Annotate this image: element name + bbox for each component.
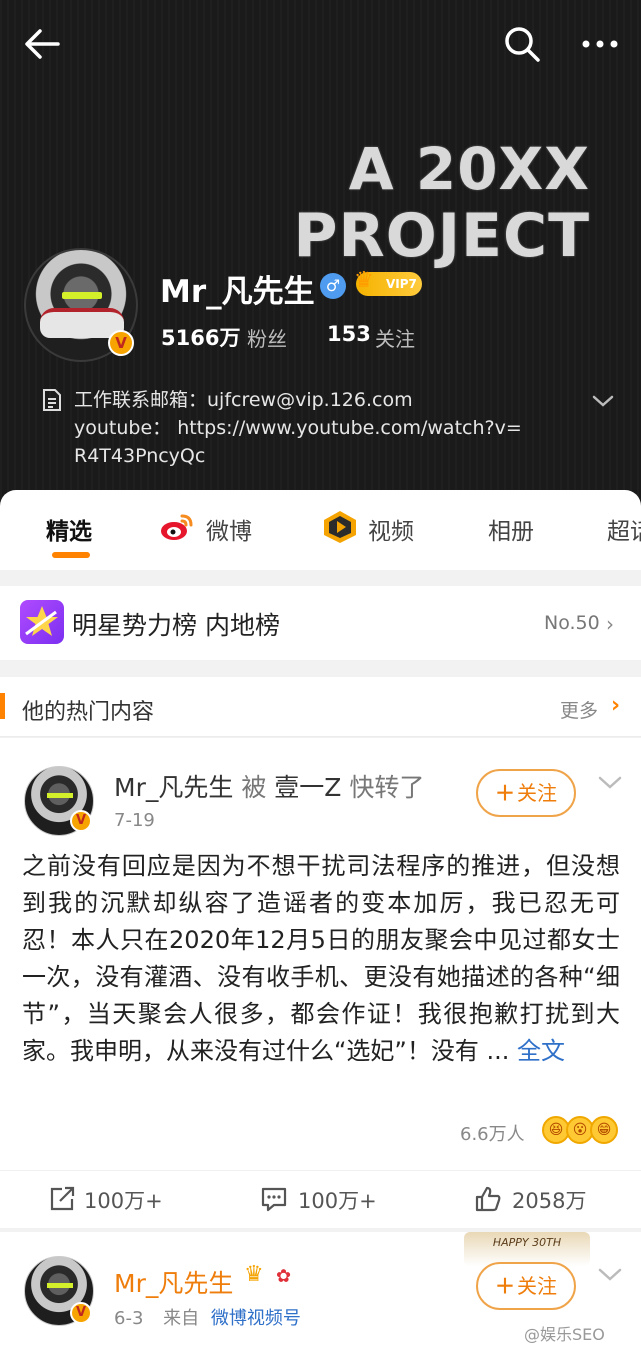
male-gender-icon: ♂ bbox=[320, 273, 346, 299]
tab-featured[interactable]: 精选 bbox=[46, 512, 92, 546]
chevron-right-icon[interactable]: › bbox=[611, 693, 620, 718]
like-thumb-icon[interactable] bbox=[474, 1185, 502, 1213]
post-menu-chevron-down-icon[interactable] bbox=[596, 1264, 624, 1286]
plus-icon: ＋ bbox=[495, 781, 515, 805]
post-date: 6-3 bbox=[114, 1308, 144, 1329]
profile-username: Mr_凡先生 bbox=[160, 274, 315, 310]
post-meta: 6-3 来自 微博视频号 bbox=[114, 1304, 301, 1330]
post-text: 之前没有回应是因为不想干扰司法程序的推进，但没想到我的沉默却纵容了造谣者的变本加… bbox=[22, 852, 620, 1065]
repost-count[interactable]: 100万+ bbox=[84, 1185, 163, 1215]
plus-icon: ＋ bbox=[495, 1274, 515, 1298]
tab-weibo[interactable]: 微博 bbox=[206, 512, 252, 546]
birthday-sticker: HAPPY 30TH bbox=[464, 1232, 590, 1266]
reposter-name[interactable]: 壹一Z bbox=[274, 773, 341, 802]
profile-header: A 20XX PROJECT V Mr_凡先生 ♂ ♛ VIP7 5166万 粉… bbox=[0, 0, 641, 520]
ranking-title: 明星势力榜 内地榜 bbox=[72, 611, 280, 640]
post-action-bar: 100万+ 100万+ 2058万 bbox=[0, 1170, 641, 1228]
badge-icon: ✿ bbox=[276, 1266, 292, 1287]
repost-icon[interactable] bbox=[48, 1185, 76, 1213]
like-count[interactable]: 2058万 bbox=[512, 1185, 586, 1215]
tab-album[interactable]: 相册 bbox=[488, 512, 534, 546]
banner-line-2: PROJECT bbox=[293, 201, 590, 271]
hot-content-header: 他的热门内容 更多 › bbox=[0, 677, 641, 737]
avatar-graphic bbox=[47, 793, 73, 798]
ranking-number: No.50 bbox=[544, 612, 600, 634]
section-title: 他的热门内容 bbox=[22, 700, 155, 725]
weibo-logo-icon bbox=[160, 512, 194, 542]
post-author-name[interactable]: Mr_凡先生 bbox=[114, 1264, 233, 1300]
fans-count[interactable]: 5166万 bbox=[161, 322, 240, 352]
post-header: Mr_凡先生 被 壹一Z 快转了 bbox=[114, 768, 424, 804]
active-tab-indicator bbox=[52, 552, 90, 558]
avatar-graphic bbox=[62, 292, 102, 299]
profile-tabs: 精选 微博 视频 相册 超话 bbox=[0, 490, 641, 570]
bio-line: R4T43PncyQc bbox=[74, 445, 206, 467]
tab-video[interactable]: 视频 bbox=[368, 512, 414, 546]
avatar-graphic bbox=[47, 1283, 73, 1288]
post-author-name[interactable]: Mr_凡先生 bbox=[114, 773, 233, 802]
vip-label: VIP7 bbox=[386, 277, 417, 291]
vip-badge[interactable]: ♛ VIP7 bbox=[354, 268, 422, 296]
crown-icon: ♛ bbox=[354, 268, 374, 293]
star-ranking-card[interactable]: 明星势力榜 内地榜 No.50 › bbox=[0, 586, 641, 660]
post-menu-chevron-down-icon[interactable] bbox=[596, 772, 624, 794]
post-date: 7-19 bbox=[114, 810, 155, 831]
bio-line: youtube： https://www.youtube.com/watch?v… bbox=[74, 417, 522, 439]
relation-tail: 快转了 bbox=[349, 773, 425, 802]
comment-count[interactable]: 100万+ bbox=[298, 1185, 377, 1215]
document-icon bbox=[40, 388, 64, 412]
follow-label: 关注 bbox=[517, 781, 557, 805]
chevron-right-icon: › bbox=[606, 612, 614, 636]
weibo-post[interactable]: V Mr_凡先生 被 壹一Z 快转了 7-19 ＋关注 之前没有回应是因为不想干… bbox=[0, 738, 641, 1228]
profile-bio: 工作联系邮箱：ujfcrew@vip.126.com youtube： http… bbox=[74, 386, 574, 470]
weibo-post[interactable]: HAPPY 30TH V Mr_凡先生 ♛ ✿ 6-3 来自 微博视频号 ＋关注… bbox=[0, 1232, 641, 1349]
crown-icon: ♛ bbox=[244, 1262, 264, 1287]
back-arrow-icon[interactable] bbox=[20, 22, 64, 66]
follow-button[interactable]: ＋关注 bbox=[476, 1262, 576, 1310]
follow-button[interactable]: ＋关注 bbox=[476, 769, 576, 817]
verified-badge-icon: V bbox=[70, 1302, 92, 1324]
more-options-icon[interactable] bbox=[578, 22, 622, 66]
expand-bio-chevron-down-icon[interactable] bbox=[590, 390, 616, 412]
cover-banner: A 20XX PROJECT bbox=[225, 140, 590, 266]
following-count[interactable]: 153 bbox=[327, 322, 371, 346]
banner-line-1: A 20XX bbox=[348, 135, 590, 203]
section-accent-bar bbox=[0, 693, 5, 719]
follow-label: 关注 bbox=[517, 1274, 557, 1298]
full-text-link[interactable]: 全文 bbox=[517, 1037, 565, 1065]
verified-badge-icon: V bbox=[70, 810, 92, 832]
following-label[interactable]: 关注 bbox=[375, 323, 415, 352]
bio-line: 工作联系邮箱：ujfcrew@vip.126.com bbox=[74, 389, 413, 411]
star-ranking-icon bbox=[20, 600, 64, 644]
post-source-link[interactable]: 微博视频号 bbox=[211, 1308, 301, 1329]
video-play-icon bbox=[322, 510, 358, 544]
fans-label[interactable]: 粉丝 bbox=[247, 323, 287, 352]
watermark: @娱乐SEO bbox=[524, 1325, 605, 1344]
reactions-count[interactable]: 6.6万人 bbox=[460, 1120, 525, 1146]
tab-super-topic[interactable]: 超话 bbox=[607, 512, 641, 546]
search-icon[interactable] bbox=[500, 22, 544, 66]
more-link[interactable]: 更多 bbox=[560, 696, 598, 723]
verified-badge-icon: V bbox=[108, 330, 134, 356]
post-body: 之前没有回应是因为不想干扰司法程序的推进，但没想到我的沉默却纵容了造谣者的变本加… bbox=[22, 848, 620, 1070]
comment-icon[interactable] bbox=[260, 1185, 288, 1213]
relation-word: 被 bbox=[241, 773, 267, 802]
from-label: 来自 bbox=[163, 1308, 200, 1329]
grin-emoji-icon: 😁 bbox=[590, 1116, 618, 1144]
